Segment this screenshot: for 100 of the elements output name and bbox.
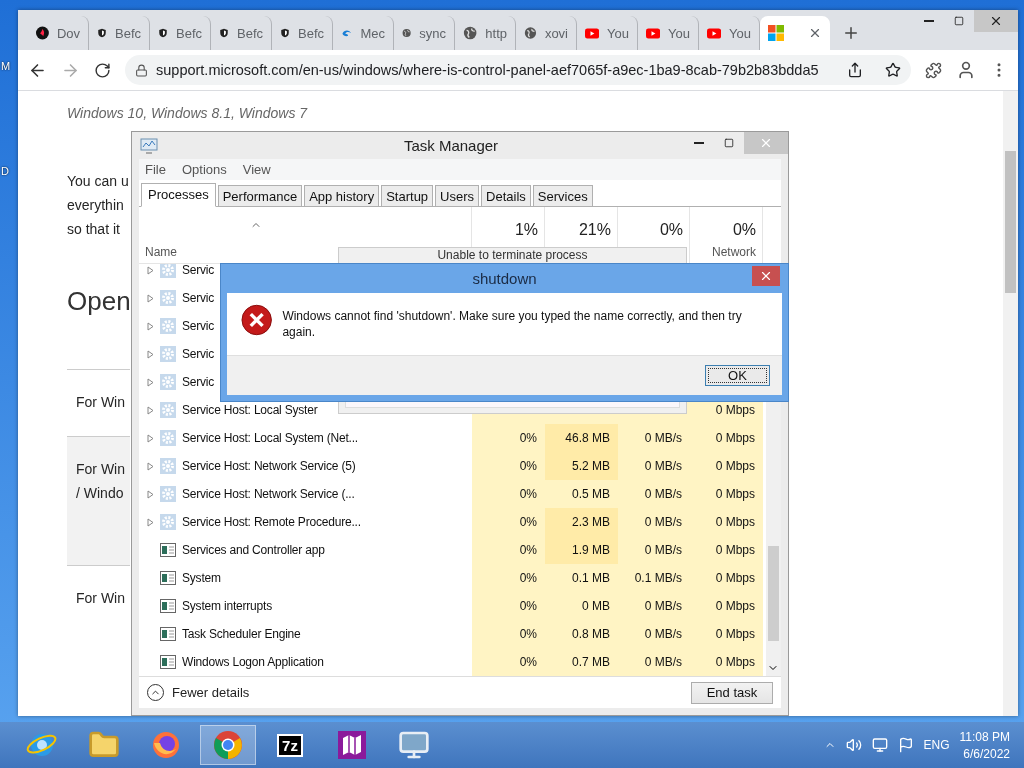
gear-icon xyxy=(160,318,176,334)
expand-icon[interactable] xyxy=(147,405,154,415)
table-cell: 0 Mbps xyxy=(690,480,763,508)
url-text: support.microsoft.com/en-us/windows/where-is-control-panel-aef7065f-a9ec-1ba9-8cab-79b2b83bdda5 xyxy=(156,62,819,78)
tab[interactable]: Processes xyxy=(141,183,216,207)
desktop-icon-label: M xyxy=(1,60,11,72)
column-header[interactable]: Name xyxy=(145,245,177,259)
table-cell: 0 MB/s xyxy=(618,536,690,564)
menu-item[interactable]: Options xyxy=(181,162,227,177)
browser-tab[interactable]: sync xyxy=(394,16,455,50)
ok-button[interactable]: OK xyxy=(705,365,770,386)
expand-icon[interactable] xyxy=(147,433,154,443)
scroll-thumb[interactable] xyxy=(768,546,779,641)
process-name: Services and Controller app xyxy=(182,543,325,557)
gear-icon xyxy=(160,486,176,502)
table-cell: 0% xyxy=(472,620,545,648)
table-cell: 0 Mbps xyxy=(690,424,763,452)
play-icon xyxy=(646,26,661,40)
minimize-icon xyxy=(694,142,704,144)
browser-tab[interactable]: Dov xyxy=(28,16,89,50)
error-icon xyxy=(241,304,273,336)
tab[interactable]: Services xyxy=(532,185,593,207)
tab-title: Befc xyxy=(237,25,263,41)
accordion-item[interactable]: For Win / Windo xyxy=(67,436,130,565)
menu-item[interactable]: File xyxy=(145,162,166,177)
scroll-thumb[interactable] xyxy=(1005,151,1016,293)
process-name: Service Host: Local System (Net... xyxy=(182,431,358,445)
language-indicator[interactable]: ENG xyxy=(923,738,950,752)
page-scrollbar[interactable] xyxy=(1003,91,1018,716)
puzzle-icon[interactable] xyxy=(925,61,942,79)
network-icon[interactable] xyxy=(871,737,888,753)
browser-tab[interactable]: Mec xyxy=(333,16,394,50)
tab[interactable]: Details xyxy=(481,185,531,207)
menu-item[interactable]: View xyxy=(242,162,271,177)
browser-tab[interactable]: Befc xyxy=(211,16,272,50)
process-name: System interrupts xyxy=(182,599,272,613)
browser-tab[interactable]: Befc xyxy=(150,16,211,50)
browser-tab[interactable]: Befc xyxy=(89,16,150,50)
browser-tab[interactable]: You xyxy=(638,16,699,50)
reload-icon[interactable] xyxy=(94,61,111,79)
tab-title: sync xyxy=(419,25,446,41)
table-cell: 0.7 MB xyxy=(545,648,618,676)
table-cell: 46.8 MB xyxy=(545,424,618,452)
expand-icon[interactable] xyxy=(147,293,154,303)
dialog-title: shutdown xyxy=(472,270,537,287)
close-button[interactable] xyxy=(752,266,780,286)
tab[interactable]: Startup xyxy=(381,185,434,207)
expand-icon[interactable] xyxy=(147,517,154,527)
browser-tab[interactable] xyxy=(760,16,830,50)
map-book-icon xyxy=(336,729,368,761)
tab-title: Mec xyxy=(360,25,385,41)
expand-icon[interactable] xyxy=(147,349,154,359)
address-bar[interactable]: support.microsoft.com/en-us/windows/where-is-control-panel-aef7065f-a9ec-1ba9-8cab-79b2b83bdda5 xyxy=(125,55,911,85)
table-cell: 5.2 MB xyxy=(545,452,618,480)
clock[interactable]: 11:08 PM 6/6/2022 xyxy=(959,729,1010,761)
new-tab-icon[interactable] xyxy=(842,24,860,42)
end-task-button[interactable]: End task xyxy=(691,681,773,704)
tab-title: You xyxy=(607,25,629,41)
table-cell: 0 Mbps xyxy=(690,620,763,648)
flag-icon[interactable] xyxy=(897,737,914,753)
table-cell: 0.8 MB xyxy=(545,620,618,648)
archiver-icon: 7z xyxy=(277,733,303,757)
tab[interactable]: Performance xyxy=(217,185,303,207)
table-cell: 0 Mbps xyxy=(690,452,763,480)
window-title: Task Manager xyxy=(402,137,500,154)
tab-title: Befc xyxy=(298,25,324,41)
accordion-item[interactable]: For Win xyxy=(67,565,130,632)
star-icon[interactable] xyxy=(885,62,901,78)
browser-tab[interactable]: http xyxy=(455,16,516,50)
fewer-details-link[interactable]: Fewer details xyxy=(147,684,250,701)
gear-icon xyxy=(160,346,176,362)
tab[interactable]: App history xyxy=(304,185,380,207)
applies-to-text: Windows 10, Windows 8.1, Windows 7 xyxy=(67,105,308,121)
table-cell: 0 MB/s xyxy=(618,592,690,620)
tab-title: You xyxy=(668,25,690,41)
intro-text: You can u xyxy=(67,172,129,191)
window-icon xyxy=(160,571,176,585)
table-cell: 0 Mbps xyxy=(690,648,763,676)
share-icon[interactable] xyxy=(847,62,863,78)
expand-icon[interactable] xyxy=(147,489,154,499)
browser-tab[interactable]: xovi xyxy=(516,16,577,50)
table-cell: 0 Mbps xyxy=(690,508,763,536)
browser-tab[interactable]: Befc xyxy=(272,16,333,50)
taskbar-button[interactable]: 7z xyxy=(262,725,318,765)
close-button[interactable] xyxy=(974,10,1018,32)
profile-icon[interactable] xyxy=(956,60,976,80)
tricolor-circle-icon xyxy=(212,729,244,761)
expand-icon[interactable] xyxy=(147,265,154,275)
expand-icon[interactable] xyxy=(147,377,154,387)
process-name: Windows Logon Application xyxy=(182,655,324,669)
table-cell: 0 Mbps xyxy=(690,564,763,592)
close-icon[interactable] xyxy=(808,26,822,40)
browser-tab[interactable]: You xyxy=(577,16,638,50)
speaker-icon[interactable] xyxy=(845,737,862,753)
table-cell: 0% xyxy=(472,648,545,676)
table-cell: 0% xyxy=(472,508,545,536)
tab[interactable]: Users xyxy=(435,185,480,207)
expand-icon[interactable] xyxy=(147,461,154,471)
column-header[interactable]: Network xyxy=(712,245,756,259)
expand-icon[interactable] xyxy=(147,321,154,331)
